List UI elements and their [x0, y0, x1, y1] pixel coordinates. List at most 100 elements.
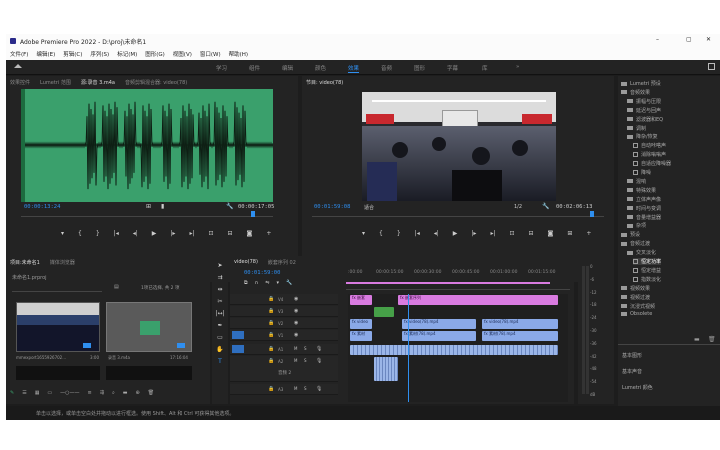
menu-clip[interactable]: 剪辑(C) — [63, 50, 82, 58]
clip-v4-b[interactable]: fx 嵌套序列 — [398, 295, 558, 305]
menu-edit[interactable]: 编辑(E) — [36, 50, 55, 58]
extract-icon[interactable]: ⊟ — [529, 230, 534, 242]
nest-icon[interactable]: ⧉ — [244, 280, 248, 286]
resolution-dropdown[interactable]: 1/2 — [514, 204, 522, 210]
timeline-timecode[interactable]: 00:01:59:00 — [244, 270, 280, 276]
minimize-button[interactable]: – — [656, 36, 659, 43]
add-marker-icon[interactable]: ▾ — [362, 230, 365, 242]
workspace-audio[interactable]: 音频 — [381, 64, 392, 72]
menu-graphics[interactable]: 图形(G) — [145, 50, 165, 58]
source-timecode[interactable]: 00:00:13:24 — [24, 204, 60, 210]
tab-sequence-nested[interactable]: 嵌套序列 02 — [268, 259, 296, 266]
effect-tree-item[interactable]: 视频过渡 — [621, 294, 650, 301]
effect-tree-item[interactable]: 音频效果 — [621, 89, 650, 96]
mute-button[interactable]: M — [294, 346, 297, 351]
clip-v1-b[interactable]: fx 素材(78).mp4 — [402, 331, 476, 341]
menu-marker[interactable]: 标记(M) — [117, 50, 137, 58]
effect-tree-item[interactable]: Obsolete — [621, 311, 652, 317]
effect-tree-item[interactable]: 消除嗡嗡声 — [633, 151, 666, 158]
effect-tree-item[interactable]: 调制 — [627, 125, 646, 132]
tab-effect-controls[interactable]: 效果控件 — [10, 79, 30, 86]
effect-tree-item[interactable]: 特殊效果 — [627, 187, 656, 194]
go-to-out-icon[interactable]: ▸| — [490, 230, 495, 242]
thumbnail-audio[interactable] — [106, 302, 192, 352]
add-button-icon[interactable]: + — [266, 230, 271, 242]
razor-tool-icon[interactable]: ✂ — [217, 298, 222, 305]
program-scrubber[interactable] — [312, 213, 604, 217]
mark-out-icon[interactable]: } — [96, 230, 100, 242]
new-item-icon[interactable]: ⊕ — [135, 390, 139, 400]
workspace-learn[interactable]: 学习 — [216, 64, 227, 72]
add-marker-icon[interactable]: ▾ — [276, 280, 279, 286]
insert-icon[interactable]: ⊡ — [208, 230, 213, 242]
eye-icon[interactable]: ◉ — [294, 296, 298, 302]
source-drag-audio-icon[interactable]: ▮ — [161, 203, 164, 210]
source-wrench-icon[interactable]: 🔧 — [226, 203, 233, 210]
mute-button[interactable]: M — [294, 386, 297, 391]
home-icon[interactable] — [14, 64, 22, 68]
source-patch-v1[interactable] — [232, 331, 244, 339]
effect-tree-item[interactable]: 自适应降噪器 — [633, 160, 671, 167]
camera-icon[interactable]: ◙ — [247, 230, 253, 242]
mute-button[interactable]: M — [294, 358, 297, 363]
lock-icon[interactable]: 🔒 — [268, 320, 274, 326]
tab-project[interactable]: 项目:未命名1 — [10, 259, 40, 266]
mic-icon[interactable]: 🎙 — [316, 346, 322, 352]
add-button-icon[interactable]: + — [586, 230, 591, 242]
step-back-icon[interactable]: ◂| — [434, 230, 439, 242]
mic-icon[interactable]: 🎙 — [316, 358, 322, 364]
workspace-editing[interactable]: 编辑 — [282, 64, 293, 72]
workspace-color[interactable]: 颜色 — [315, 64, 326, 72]
effect-tree-item[interactable]: 振幅与压限 — [627, 98, 661, 105]
clip-a1[interactable] — [350, 345, 558, 355]
play-icon[interactable]: ▶ — [453, 230, 458, 242]
pen-tool-icon[interactable]: ✒ — [217, 322, 222, 329]
menu-file[interactable]: 文件(F) — [10, 50, 28, 58]
menu-sequence[interactable]: 序列(S) — [90, 50, 109, 58]
lift-icon[interactable]: ⊡ — [509, 230, 514, 242]
effect-tree-item[interactable]: 混响 — [627, 178, 646, 185]
type-tool-icon[interactable]: T — [218, 358, 222, 365]
effect-tree-item[interactable]: 音量增益器 — [627, 214, 661, 221]
solo-button[interactable]: S — [304, 346, 307, 351]
new-bin-icon[interactable]: ▬ — [123, 390, 128, 400]
compare-icon[interactable]: ⊞ — [567, 230, 572, 242]
add-marker-icon[interactable]: ▾ — [61, 230, 64, 242]
effect-tree-item[interactable]: 时间与变调 — [627, 205, 661, 212]
menu-help[interactable]: 帮助(H) — [229, 50, 248, 58]
snap-icon[interactable]: ∩ — [255, 280, 259, 286]
effect-tree-item[interactable]: 自动咔嗒声 — [633, 142, 666, 149]
automate-icon[interactable]: ⇶ — [100, 390, 104, 400]
effect-tree-item[interactable]: 降杂/恢复 — [627, 133, 658, 140]
tab-media-browser[interactable]: 媒体浏览器 — [50, 259, 75, 266]
effect-tree-item[interactable]: 延迟与回声 — [627, 107, 661, 114]
work-area-bar[interactable] — [346, 282, 550, 284]
track-select-tool-icon[interactable]: ⇉ — [217, 274, 222, 281]
effect-tree-item[interactable]: 恒定功率 — [633, 258, 662, 265]
mark-in-icon[interactable]: { — [379, 230, 383, 242]
solo-button[interactable]: S — [304, 358, 307, 363]
clip-a2[interactable] — [374, 357, 398, 381]
effect-tree-item[interactable]: 杂项 — [627, 222, 646, 229]
tab-lumetri-scopes[interactable]: Lumetri 范围 — [40, 79, 71, 86]
list-view-icon[interactable]: ☰ — [22, 390, 26, 400]
lock-icon[interactable]: 🔒 — [268, 308, 274, 314]
selection-tool-icon[interactable]: ➤ — [217, 262, 222, 269]
workspace-assembly[interactable]: 组件 — [249, 64, 260, 72]
eye-icon[interactable]: ◉ — [294, 308, 298, 314]
pencil-icon[interactable]: ✎ — [10, 390, 14, 400]
source-settings-icon[interactable]: ⊞ — [146, 203, 151, 210]
effect-tree-item[interactable]: Lumetri 预设 — [621, 80, 661, 87]
clip-v2-c[interactable]: fx video(78).mp4 — [482, 319, 558, 329]
menu-window[interactable]: 窗口(W) — [200, 50, 221, 58]
workspace-effects[interactable]: 效果 — [348, 64, 360, 73]
tab-source[interactable]: 源:录音 3.m4a — [81, 79, 115, 86]
new-bin-icon[interactable]: ▬ — [694, 336, 700, 343]
tab-audio-clip-mixer[interactable]: 音频剪辑混合器: video(78) — [125, 79, 187, 86]
icon-view-icon[interactable]: ▦ — [35, 390, 40, 400]
thumbnail-video[interactable] — [16, 302, 100, 352]
source-patch-a1[interactable] — [232, 345, 244, 353]
effect-tree-item[interactable]: 指数淡化 — [633, 276, 661, 283]
menu-view[interactable]: 视图(V) — [173, 50, 192, 58]
delete-icon[interactable]: 🗑 — [148, 390, 154, 400]
